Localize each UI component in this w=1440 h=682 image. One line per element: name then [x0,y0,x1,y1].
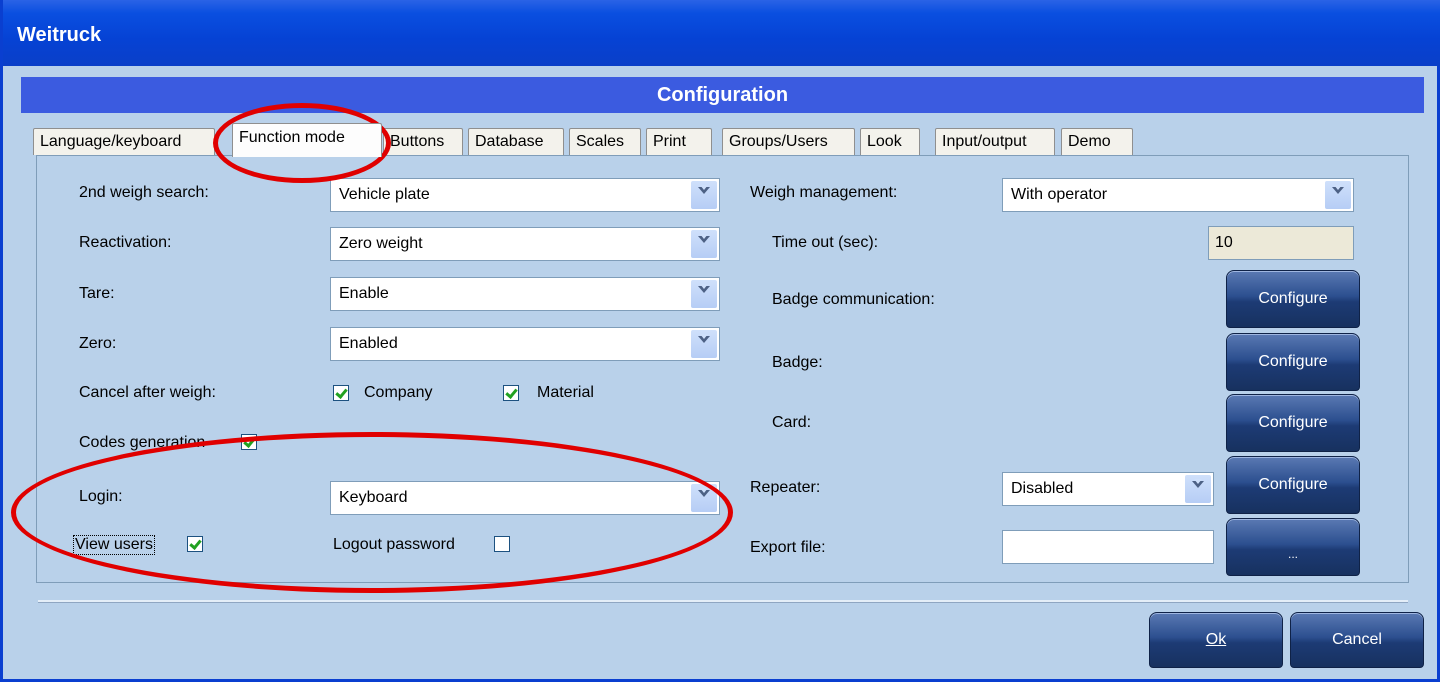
reactivation-label: Reactivation: [79,234,172,251]
weigh-management-select[interactable]: With operator [1002,178,1354,212]
logout-password-checkbox[interactable] [494,536,510,552]
ok-label: Ok [1205,631,1227,648]
tab-language-keyboard[interactable]: Language/keyboard [33,128,215,155]
export-file-label: Export file: [750,539,826,556]
repeater-configure-button[interactable]: Configure [1226,456,1360,514]
tab-groups-users[interactable]: Groups/Users [722,128,855,155]
repeater-value: Disabled [1011,480,1074,497]
material-label: Material [537,384,594,401]
tare-select[interactable]: Enable [330,277,720,311]
reactivation-select[interactable]: Zero weight [330,227,720,261]
login-value: Keyboard [339,489,408,506]
badge-configure-button[interactable]: Configure [1226,333,1360,391]
login-select[interactable]: Keyboard [330,481,720,515]
tab-database[interactable]: Database [468,128,564,155]
view-users-label: View users [73,535,155,555]
chevron-down-icon[interactable] [691,280,717,308]
badge-communication-configure-button[interactable]: Configure [1226,270,1360,328]
card-configure-button[interactable]: Configure [1226,394,1360,452]
ok-button[interactable]: Ok [1149,612,1283,668]
card-label: Card: [772,414,812,431]
zero-value: Enabled [339,335,398,352]
chevron-down-icon[interactable] [1325,181,1351,209]
cancel-label: Cancel [1332,631,1382,648]
configuration-banner: Configuration [21,77,1424,113]
second-weigh-search-select[interactable]: Vehicle plate [330,178,720,212]
footer-separator [38,600,1408,603]
chevron-down-icon[interactable] [691,484,717,512]
window-title: Weitruck [17,24,102,46]
cancel-button[interactable]: Cancel [1290,612,1424,668]
tab-function-mode[interactable]: Function mode [232,123,382,157]
repeater-select[interactable]: Disabled [1002,472,1214,506]
export-file-input[interactable] [1002,530,1214,564]
time-out-label: Time out (sec): [772,234,879,251]
repeater-label: Repeater: [750,479,821,496]
codes-generation-label: Codes generation [79,434,206,451]
title-bar[interactable]: Weitruck [3,0,1440,66]
logout-password-label: Logout password [333,536,455,553]
second-weigh-search-label: 2nd weigh search: [79,184,209,201]
second-weigh-search-value: Vehicle plate [339,186,430,203]
view-users-checkbox[interactable] [187,536,203,552]
material-checkbox[interactable] [503,385,519,401]
badge-communication-label: Badge communication: [772,291,935,308]
tab-demo[interactable]: Demo [1061,128,1133,155]
chevron-down-icon[interactable] [691,330,717,358]
tab-scales[interactable]: Scales [569,128,641,155]
tab-print[interactable]: Print [646,128,712,155]
weigh-management-label: Weigh management: [750,184,898,201]
export-file-browse-button[interactable]: ... [1226,518,1360,576]
zero-select[interactable]: Enabled [330,327,720,361]
tab-look[interactable]: Look [860,128,920,155]
codes-generation-checkbox[interactable] [241,434,257,450]
badge-label: Badge: [772,354,823,371]
weigh-management-value: With operator [1011,186,1108,203]
cancel-after-weigh-label: Cancel after weigh: [79,384,216,401]
company-label: Company [364,384,433,401]
reactivation-value: Zero weight [339,235,423,252]
app-window: Weitruck Configuration Language/keyboard… [0,0,1440,682]
tab-buttons[interactable]: Buttons [383,128,463,155]
login-label: Login: [79,488,123,505]
function-mode-panel: 2nd weigh search: Vehicle plate Reactiva… [36,155,1409,583]
tab-input-output[interactable]: Input/output [935,128,1055,155]
zero-label: Zero: [79,335,117,352]
chevron-down-icon[interactable] [1185,475,1211,503]
company-checkbox[interactable] [333,385,349,401]
tare-label: Tare: [79,285,115,302]
tare-value: Enable [339,285,389,302]
time-out-field[interactable]: 10 [1208,226,1354,260]
chevron-down-icon[interactable] [691,230,717,258]
chevron-down-icon[interactable] [691,181,717,209]
